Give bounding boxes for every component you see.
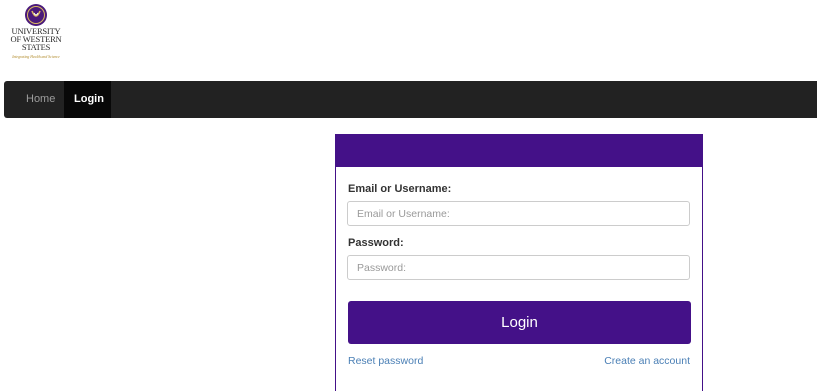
- university-crest-icon: [25, 4, 47, 26]
- username-input[interactable]: [347, 201, 690, 226]
- nav-item-login[interactable]: Login: [64, 81, 111, 118]
- password-input[interactable]: [347, 255, 690, 280]
- main-navbar: Home Login: [4, 81, 817, 118]
- login-card: Email or Username: Password: Login Reset…: [335, 134, 703, 391]
- create-account-link[interactable]: Create an account: [604, 355, 690, 367]
- university-logo[interactable]: UNIVERSITY OF WESTERN STATES Integrating…: [4, 3, 68, 69]
- site-header: UNIVERSITY OF WESTERN STATES Integrating…: [0, 0, 817, 80]
- logo-text-line3: STATES: [21, 42, 51, 52]
- password-label: Password:: [348, 237, 404, 249]
- login-card-header: [336, 135, 702, 167]
- logo-tagline: Integrating Health and Science: [12, 55, 60, 59]
- nav-item-home[interactable]: Home: [16, 81, 65, 118]
- username-label: Email or Username:: [348, 183, 452, 195]
- login-button[interactable]: Login: [348, 301, 691, 344]
- reset-password-link[interactable]: Reset password: [348, 355, 423, 367]
